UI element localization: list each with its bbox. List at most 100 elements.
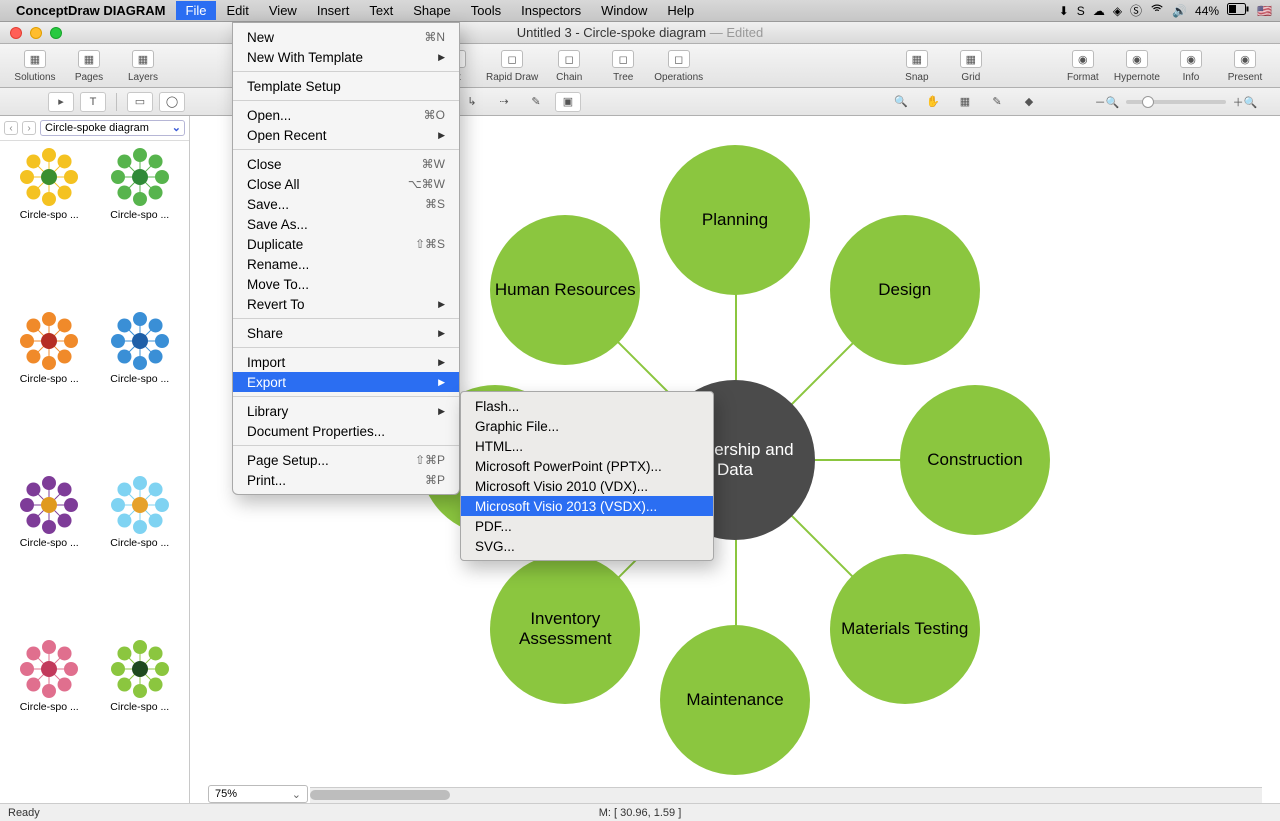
rect-shape[interactable]: ▭	[127, 92, 153, 112]
toolbar-chain[interactable]: ◻Chain	[546, 48, 592, 83]
library-select[interactable]: Circle-spoke diagram	[40, 120, 185, 136]
menu-tools[interactable]: Tools	[461, 1, 511, 20]
menu-item-print[interactable]: Print...⌘P	[233, 470, 459, 490]
status-icon[interactable]: ◈	[1113, 4, 1122, 18]
stencil-item[interactable]: Circle-spo ...	[97, 311, 184, 469]
diagram-spoke-node[interactable]: Construction	[900, 385, 1050, 535]
stencil-item[interactable]: Circle-spo ...	[97, 147, 184, 305]
close-window-icon[interactable]	[10, 27, 22, 39]
connector-tool[interactable]: ⇢	[491, 92, 517, 112]
export-item-pdf[interactable]: PDF...	[461, 516, 713, 536]
zoom-slider[interactable]	[1126, 100, 1226, 104]
diagram-spoke-node[interactable]: Human Resources	[490, 215, 640, 365]
ellipse-shape[interactable]: ◯	[159, 92, 185, 112]
menu-item-new-with-template[interactable]: New With Template▶	[233, 47, 459, 67]
menu-item-library[interactable]: Library▶	[233, 401, 459, 421]
app-name[interactable]: ConceptDraw DIAGRAM	[16, 3, 166, 18]
export-item-html[interactable]: HTML...	[461, 436, 713, 456]
toolbar-snap[interactable]: ▦Snap	[894, 48, 940, 83]
stencil-item[interactable]: Circle-spo ...	[6, 147, 93, 305]
menu-item-open-recent[interactable]: Open Recent▶	[233, 125, 459, 145]
eyedropper-icon[interactable]: ✎	[984, 92, 1010, 112]
menu-item-export[interactable]: Export▶	[233, 372, 459, 392]
toolbar-format[interactable]: ◉Format	[1060, 48, 1106, 83]
menu-text[interactable]: Text	[359, 1, 403, 20]
zoom-out-icon[interactable]: －🔍	[1094, 92, 1120, 112]
stencil-item[interactable]: Circle-spo ...	[97, 475, 184, 633]
diagram-spoke-node[interactable]: InventoryAssessment	[490, 554, 640, 704]
zoom-select[interactable]: 75%	[208, 785, 308, 803]
stencil-item[interactable]: Circle-spo ...	[6, 639, 93, 797]
toolbar-info[interactable]: ◉Info	[1168, 48, 1214, 83]
menu-help[interactable]: Help	[657, 1, 704, 20]
menu-window[interactable]: Window	[591, 1, 657, 20]
flag-icon[interactable]: 🇺🇸	[1257, 4, 1272, 18]
toolbar-layers[interactable]: ▦Layers	[120, 48, 166, 83]
menu-item-new[interactable]: New⌘N	[233, 27, 459, 47]
toolbar-tree[interactable]: ◻Tree	[600, 48, 646, 83]
menu-edit[interactable]: Edit	[216, 1, 258, 20]
horizontal-scrollbar[interactable]	[310, 787, 1262, 803]
toolbar-grid[interactable]: ▦Grid	[948, 48, 994, 83]
menu-item-close-all[interactable]: Close All⌥⌘W	[233, 174, 459, 194]
diagram-spoke-node[interactable]: Design	[830, 215, 980, 365]
export-item-microsoft-powerpoint-pptx[interactable]: Microsoft PowerPoint (PPTX)...	[461, 456, 713, 476]
zoom-tool-icon[interactable]: 🔍	[888, 92, 914, 112]
highlighter-icon[interactable]: ◆	[1016, 92, 1042, 112]
hand-tool-icon[interactable]: ✋	[920, 92, 946, 112]
menu-item-share[interactable]: Share▶	[233, 323, 459, 343]
menu-item-save[interactable]: Save...⌘S	[233, 194, 459, 214]
menu-item-save-as[interactable]: Save As...	[233, 214, 459, 234]
menu-item-import[interactable]: Import▶	[233, 352, 459, 372]
diagram-spoke-node[interactable]: Materials Testing	[830, 554, 980, 704]
menu-inspectors[interactable]: Inspectors	[511, 1, 591, 20]
export-item-svg[interactable]: SVG...	[461, 536, 713, 556]
menu-item-open[interactable]: Open...⌘O	[233, 105, 459, 125]
connector-tool[interactable]: ↳	[459, 92, 485, 112]
toolbar-hypernote[interactable]: ◉Hypernote	[1114, 48, 1160, 83]
zoom-in-icon[interactable]: ＋🔍	[1232, 92, 1258, 112]
stencil-item[interactable]: Circle-spo ...	[6, 311, 93, 469]
menu-item-rename[interactable]: Rename...	[233, 254, 459, 274]
text-tool[interactable]: T	[80, 92, 106, 112]
menu-item-page-setup[interactable]: Page Setup...⇧⌘P	[233, 450, 459, 470]
menu-insert[interactable]: Insert	[307, 1, 360, 20]
zoom-window-icon[interactable]	[50, 27, 62, 39]
cloud-icon[interactable]: ☁	[1093, 4, 1105, 18]
diagram-spoke-node[interactable]: Planning	[660, 145, 810, 295]
pointer-tool[interactable]: ▸	[48, 92, 74, 112]
export-item-microsoft-visio-2013-vsdx[interactable]: Microsoft Visio 2013 (VSDX)...	[461, 496, 713, 516]
status-icon[interactable]: ⬇	[1059, 4, 1069, 18]
toolbar-rapid-draw[interactable]: ◻Rapid Draw	[486, 48, 538, 83]
battery-icon[interactable]	[1227, 3, 1249, 18]
toolbar-solutions[interactable]: ▦Solutions	[12, 48, 58, 83]
menu-shape[interactable]: Shape	[403, 1, 461, 20]
toolbar-pages[interactable]: ▦Pages	[66, 48, 112, 83]
scrollbar-thumb[interactable]	[310, 790, 450, 800]
toolbar-operations[interactable]: ◻Operations	[654, 48, 703, 83]
zoom-slider-knob[interactable]	[1142, 96, 1154, 108]
container-tool[interactable]: ▣	[555, 92, 581, 112]
menu-item-move-to[interactable]: Move To...	[233, 274, 459, 294]
stencil-item[interactable]: Circle-spo ...	[97, 639, 184, 797]
menu-file[interactable]: File	[176, 1, 217, 20]
connector-tool[interactable]: ✎	[523, 92, 549, 112]
minimize-window-icon[interactable]	[30, 27, 42, 39]
diagram-spoke-node[interactable]: Maintenance	[660, 625, 810, 775]
export-item-graphic-file[interactable]: Graphic File...	[461, 416, 713, 436]
stamp-tool-icon[interactable]: ▦	[952, 92, 978, 112]
menu-item-document-properties[interactable]: Document Properties...	[233, 421, 459, 441]
menu-item-template-setup[interactable]: Template Setup	[233, 76, 459, 96]
library-next-icon[interactable]: ›	[22, 121, 36, 135]
volume-icon[interactable]: 🔊	[1172, 4, 1187, 18]
menu-item-duplicate[interactable]: Duplicate⇧⌘S	[233, 234, 459, 254]
wifi-icon[interactable]	[1150, 2, 1164, 19]
library-prev-icon[interactable]: ‹	[4, 121, 18, 135]
toolbar-present[interactable]: ◉Present	[1222, 48, 1268, 83]
menu-item-close[interactable]: Close⌘W	[233, 154, 459, 174]
stencil-item[interactable]: Circle-spo ...	[6, 475, 93, 633]
status-icon[interactable]: S	[1077, 4, 1085, 18]
export-item-microsoft-visio-2010-vdx[interactable]: Microsoft Visio 2010 (VDX)...	[461, 476, 713, 496]
menu-view[interactable]: View	[259, 1, 307, 20]
skype-icon[interactable]: Ⓢ	[1130, 2, 1142, 19]
